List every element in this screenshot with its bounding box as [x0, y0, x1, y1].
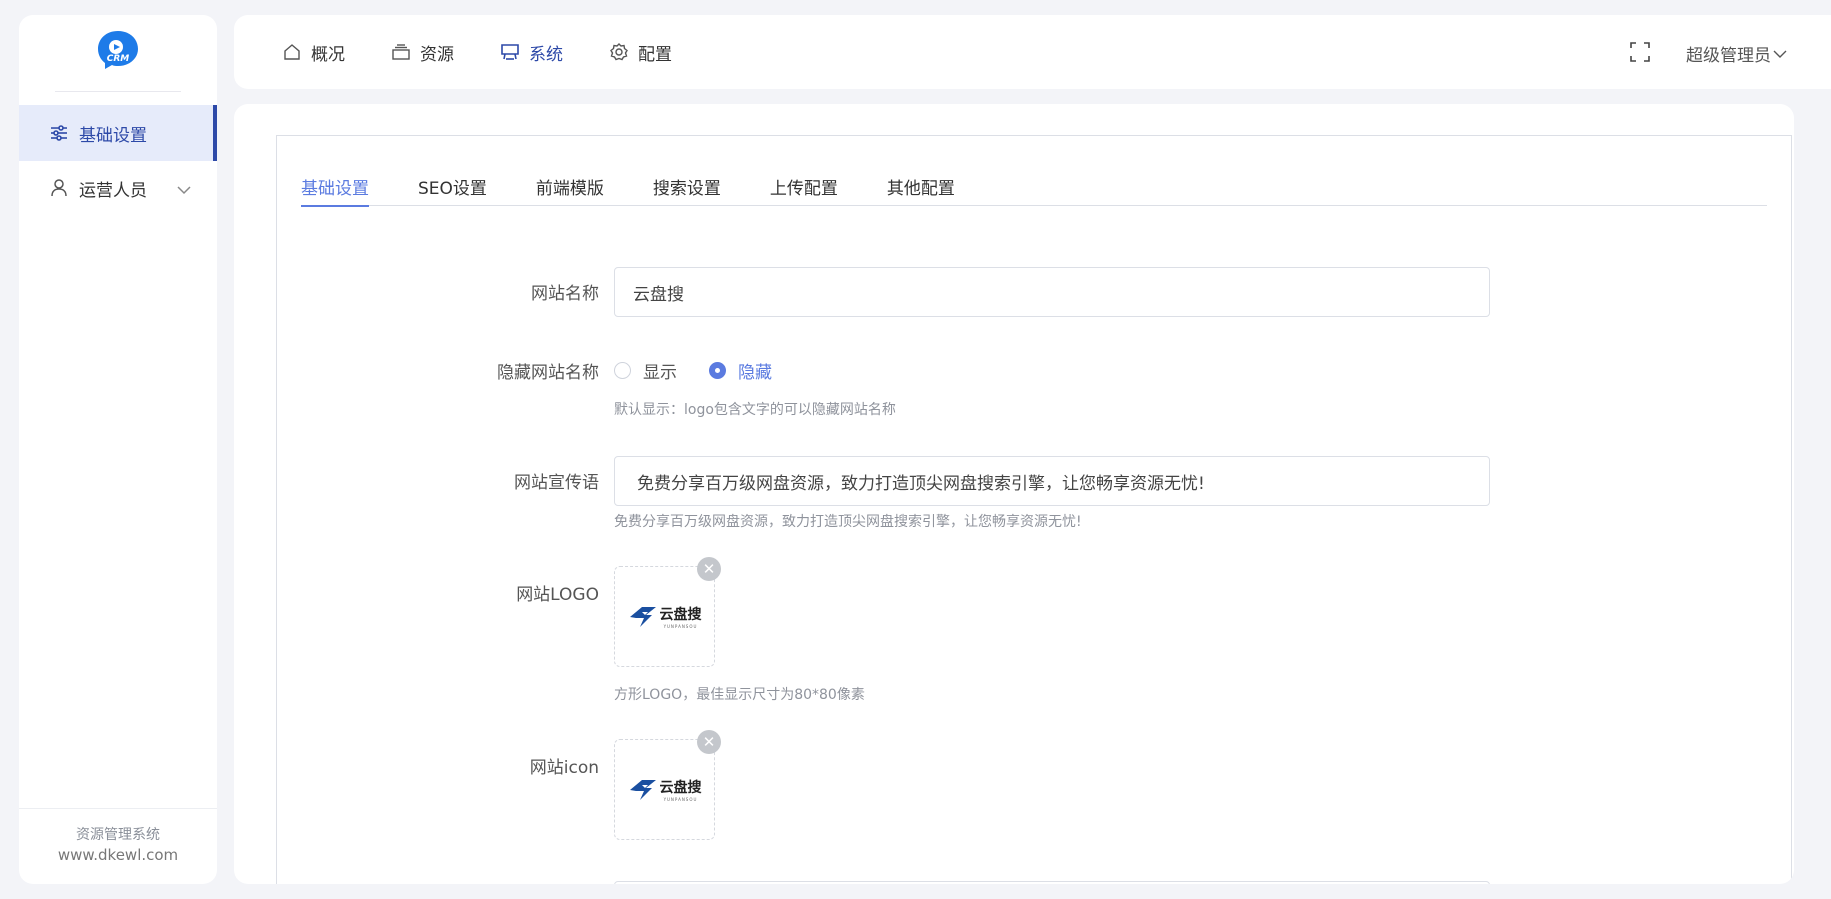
- tab-basic-settings[interactable]: 基础设置: [301, 174, 369, 207]
- site-name-input[interactable]: 云盘搜: [614, 267, 1490, 317]
- footer-system-name: 资源管理系统: [76, 827, 160, 843]
- nav-label: 系统: [529, 44, 563, 65]
- settings-card: 基础设置 SEO设置 前端模版 搜索设置 上传配置 其他配置 网站名称 云盘搜 …: [276, 135, 1792, 884]
- fullscreen-icon[interactable]: [1629, 41, 1651, 63]
- icon-label: 网站icon: [529, 758, 599, 778]
- icon-image: 云盘搜 YUNPANSOU: [628, 777, 702, 802]
- nav-item-system[interactable]: 系统: [500, 40, 563, 65]
- nav-label: 资源: [420, 44, 454, 65]
- hide-name-radio-group: 显示 隐藏: [614, 358, 804, 383]
- icon-image-subtext: YUNPANSOU: [663, 797, 698, 802]
- slogan-value: 免费分享百万级网盘资源，致力打造顶尖网盘搜索引擎，让您畅享资源无忧!: [637, 473, 1205, 494]
- nav-item-resources[interactable]: 资源: [391, 40, 454, 65]
- sidebar-item-label: 运营人员: [79, 180, 147, 201]
- logo-hint: 方形LOGO，最佳显示尺寸为80*80像素: [614, 687, 865, 703]
- main-nav: 概况 资源 系统 配置: [282, 15, 718, 89]
- tab-search-settings[interactable]: 搜索设置: [653, 174, 721, 206]
- footer-url[interactable]: www.dkewl.com: [19, 845, 217, 865]
- nav-label: 概况: [311, 44, 345, 65]
- sidebar-item-label: 基础设置: [79, 125, 147, 146]
- top-navbar: 概况 资源 系统 配置 超级管理员: [234, 15, 1831, 89]
- crm-logo-icon[interactable]: CRM: [95, 29, 141, 71]
- site-name-value: 云盘搜: [633, 284, 684, 305]
- next-field-input[interactable]: [614, 881, 1490, 884]
- site-name-label: 网站名称: [531, 284, 599, 304]
- nav-item-overview[interactable]: 概况: [282, 40, 345, 65]
- tab-seo-settings[interactable]: SEO设置: [418, 174, 487, 206]
- user-icon: [49, 178, 69, 198]
- logo-upload[interactable]: 云盘搜 YUNPANSOU: [614, 566, 715, 667]
- hide-name-label: 隐藏网站名称: [497, 363, 599, 383]
- logo-image-text: 云盘搜: [659, 607, 702, 623]
- chevron-down-icon: [1773, 44, 1787, 64]
- logo-image-subtext: YUNPANSOU: [663, 624, 698, 629]
- user-name: 超级管理员: [1686, 46, 1771, 66]
- remove-icon-button[interactable]: ✕: [697, 730, 721, 754]
- radio-hide[interactable]: 隐藏: [709, 358, 772, 383]
- chevron-down-icon[interactable]: [177, 180, 191, 200]
- icon-image-text: 云盘搜: [659, 780, 702, 796]
- logo-text: CRM: [107, 54, 130, 64]
- radio-circle[interactable]: [614, 362, 631, 379]
- user-menu[interactable]: 超级管理员: [1686, 41, 1787, 66]
- hide-name-hint: 默认显示：logo包含文字的可以隐藏网站名称: [614, 402, 896, 418]
- sliders-icon: [49, 123, 69, 143]
- settings-tabs: 基础设置 SEO设置 前端模版 搜索设置 上传配置 其他配置: [301, 174, 1767, 207]
- layers-icon: [391, 42, 411, 62]
- home-icon: [282, 42, 302, 62]
- main-content: 基础设置 SEO设置 前端模版 搜索设置 上传配置 其他配置 网站名称 云盘搜 …: [234, 104, 1794, 884]
- brand-mark-icon: [629, 606, 656, 627]
- nav-item-config[interactable]: 配置: [609, 40, 672, 65]
- tab-other-config[interactable]: 其他配置: [887, 174, 955, 206]
- sidebar-footer: 资源管理系统 www.dkewl.com: [19, 808, 217, 884]
- radio-circle[interactable]: [709, 362, 726, 379]
- radio-show[interactable]: 显示: [614, 358, 677, 383]
- remove-logo-button[interactable]: ✕: [697, 557, 721, 581]
- slogan-hint: 免费分享百万级网盘资源，致力打造顶尖网盘搜索引擎，让您畅享资源无忧!: [614, 514, 1082, 530]
- sidebar: CRM 基础设置 运营人员 资源管理系统 www.dkewl.com: [19, 15, 217, 884]
- monitor-icon: [500, 42, 520, 62]
- slogan-input[interactable]: 免费分享百万级网盘资源，致力打造顶尖网盘搜索引擎，让您畅享资源无忧!: [614, 456, 1490, 506]
- icon-upload[interactable]: 云盘搜 YUNPANSOU: [614, 739, 715, 840]
- radio-label: 显示: [643, 363, 677, 383]
- slogan-label: 网站宣传语: [514, 473, 599, 493]
- logo-image: 云盘搜 YUNPANSOU: [628, 604, 702, 629]
- brand-mark-icon: [629, 779, 656, 800]
- gear-icon: [609, 42, 629, 62]
- logo-label: 网站LOGO: [516, 585, 599, 605]
- tab-frontend-template[interactable]: 前端模版: [536, 174, 604, 206]
- logo-area: CRM: [55, 15, 181, 92]
- sidebar-item-basic-settings[interactable]: 基础设置: [19, 105, 217, 161]
- radio-label: 隐藏: [738, 363, 772, 383]
- sidebar-item-operators[interactable]: 运营人员: [19, 160, 217, 216]
- tab-upload-config[interactable]: 上传配置: [770, 174, 838, 206]
- nav-label: 配置: [638, 44, 672, 65]
